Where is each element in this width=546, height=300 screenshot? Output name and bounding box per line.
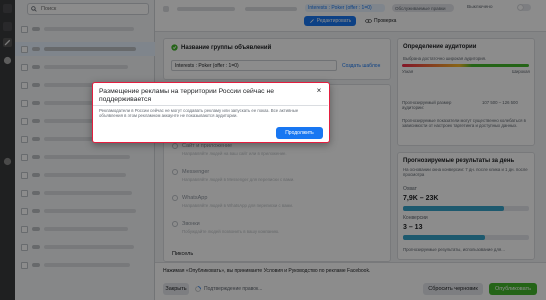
close-icon[interactable]: × <box>315 87 323 95</box>
modal-backdrop[interactable] <box>0 0 546 300</box>
modal-title: Размещение рекламы на территории России … <box>99 88 274 103</box>
russia-ads-modal: Размещение рекламы на территории России … <box>92 82 330 143</box>
continue-button[interactable]: Продолжить <box>276 127 323 139</box>
modal-body: Рекламодатели в России сейчас не могут с… <box>99 108 299 119</box>
modal-divider <box>93 105 328 106</box>
